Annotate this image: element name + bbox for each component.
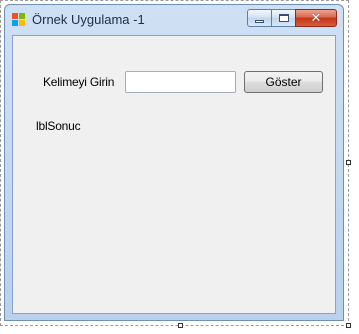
prompt-label: Kelimeyi Girin: [43, 75, 115, 89]
caption-buttons: ✕: [247, 9, 337, 27]
result-label: lblSonuc: [36, 119, 81, 133]
window-title: Örnek Uygulama -1: [32, 12, 145, 27]
form-client-area: Kelimeyi Girin Göster lblSonuc: [12, 35, 336, 314]
close-button[interactable]: ✕: [295, 9, 337, 27]
title-bar[interactable]: Örnek Uygulama -1 ✕: [5, 5, 343, 35]
form-window: Örnek Uygulama -1 ✕ Kelimeyi Girin Göste…: [4, 4, 344, 321]
resize-handle-corner[interactable]: [346, 323, 351, 328]
resize-handle-right[interactable]: [346, 160, 351, 165]
word-input[interactable]: [125, 71, 236, 93]
close-icon: ✕: [310, 10, 322, 26]
resize-handle-bottom[interactable]: [178, 323, 183, 328]
show-button[interactable]: Göster: [244, 71, 323, 93]
maximize-button[interactable]: [271, 9, 296, 27]
windows-form-icon: [12, 13, 26, 27]
maximize-icon: [278, 14, 289, 22]
minimize-button[interactable]: [247, 9, 272, 27]
minimize-icon: [255, 19, 264, 23]
